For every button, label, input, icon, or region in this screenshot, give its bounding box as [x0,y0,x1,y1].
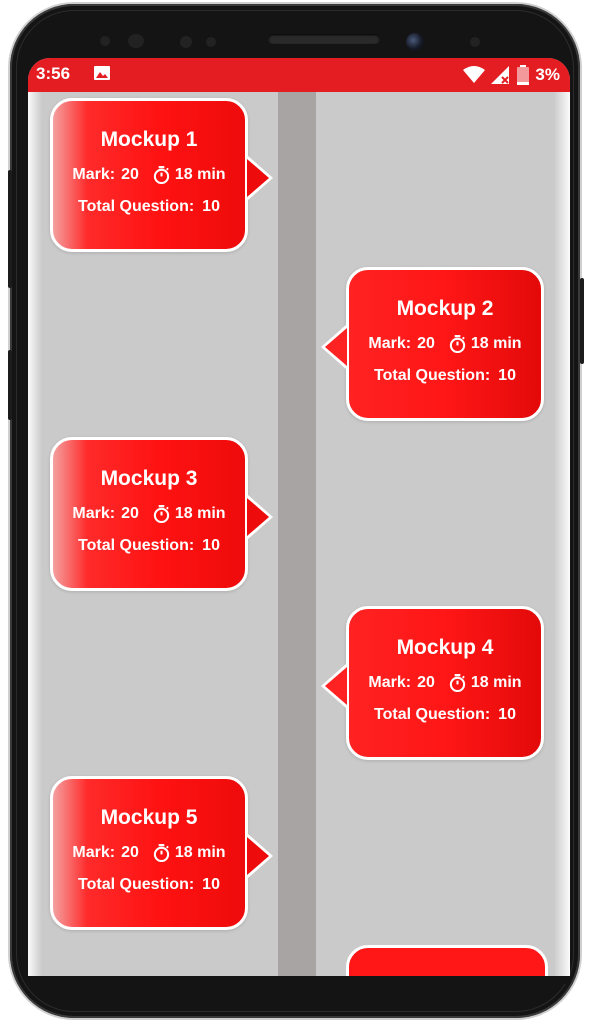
mockup-meta: Mark: 20 18 min [349,674,541,692]
mockup-meta: Mark: 20 18 min [349,335,541,353]
mockup-card-2[interactable]: Mockup 2 Mark: 20 18 min Total Question: 1… [321,267,544,421]
total-value: 10 [202,537,220,554]
duration-value: 18 min [470,674,522,691]
image-notification-icon [94,66,110,80]
total-value: 10 [498,367,516,384]
bottom-bezel [28,976,570,984]
mark-label: Mark: [72,505,116,522]
mark-label: Mark: [368,674,412,691]
mark-value: 20 [417,674,435,691]
app-screen: 3:56 3% Mockup 1 Mark: 20 18 min Total Q… [28,58,570,976]
mockup-title: Mockup 5 [100,806,198,829]
mark-value: 20 [417,335,435,352]
mark-value: 20 [121,844,139,861]
duration-value: 18 min [174,505,226,522]
bixby-button [8,170,12,288]
status-icons: 3% [463,64,560,86]
mockup-title: Mockup 2 [396,297,494,320]
screen-edge-left [28,92,42,976]
mockup-card-4[interactable]: Mockup 4 Mark: 20 18 min Total Question: 1… [321,606,544,760]
proximity-dot [470,37,480,47]
mockup-title: Mockup 4 [396,636,494,659]
mockup-card-6-partial[interactable] [346,945,548,976]
card-pointer [247,159,269,197]
mockup-total: Total Question: 10 [53,537,245,555]
mark-label: Mark: [72,844,116,861]
duration-value: 18 min [470,335,522,352]
front-flash [180,36,192,48]
earpiece-speaker [268,34,380,44]
stopwatch-icon [153,505,170,523]
iris-sensor [128,34,144,48]
total-label: Total Question: [78,537,195,554]
power-button [580,278,584,364]
battery-icon [517,65,530,85]
volume-button [8,350,12,420]
card-pointer [247,837,269,875]
total-value: 10 [498,706,516,723]
mockup-title: Mockup 1 [100,128,198,151]
mark-label: Mark: [72,166,116,183]
mockup-card-3[interactable]: Mockup 3 Mark: 20 18 min Total Question: 1… [50,437,273,591]
mockup-meta: Mark: 20 18 min [53,844,245,862]
mockup-meta: Mark: 20 18 min [53,505,245,523]
total-label: Total Question: [78,198,195,215]
mockup-meta: Mark: 20 18 min [53,166,245,184]
duration-value: 18 min [174,166,226,183]
mark-label: Mark: [368,335,412,352]
mockup-total: Total Question: 10 [349,367,541,385]
mockup-total: Total Question: 10 [53,876,245,894]
mark-value: 20 [121,166,139,183]
stopwatch-icon [449,335,466,353]
total-label: Total Question: [374,367,491,384]
total-value: 10 [202,876,220,893]
screen-edge-right [554,92,570,976]
mockup-title: Mockup 3 [100,467,198,490]
card-pointer [247,498,269,536]
mark-value: 20 [121,505,139,522]
total-value: 10 [202,198,220,215]
stopwatch-icon [153,166,170,184]
timeline-line [278,92,316,976]
status-bar: 3:56 3% [28,58,570,92]
signal-no-service-icon [491,66,510,84]
stopwatch-icon [153,844,170,862]
light-sensor [206,37,216,47]
card-pointer [325,667,347,705]
total-label: Total Question: [374,706,491,723]
proximity-sensor [100,36,110,46]
front-camera-icon [406,33,424,51]
card-pointer [325,328,347,366]
status-time: 3:56 [36,64,71,83]
stopwatch-icon [449,674,466,692]
mockup-total: Total Question: 10 [53,198,245,216]
wifi-icon [463,66,486,83]
total-label: Total Question: [78,876,195,893]
battery-percent: 3% [535,65,560,84]
mockup-total: Total Question: 10 [349,706,541,724]
duration-value: 18 min [174,844,226,861]
mockup-card-1[interactable]: Mockup 1 Mark: 20 18 min Total Question: 1… [50,98,273,252]
mockup-card-5[interactable]: Mockup 5 Mark: 20 18 min Total Question: 1… [50,776,273,930]
